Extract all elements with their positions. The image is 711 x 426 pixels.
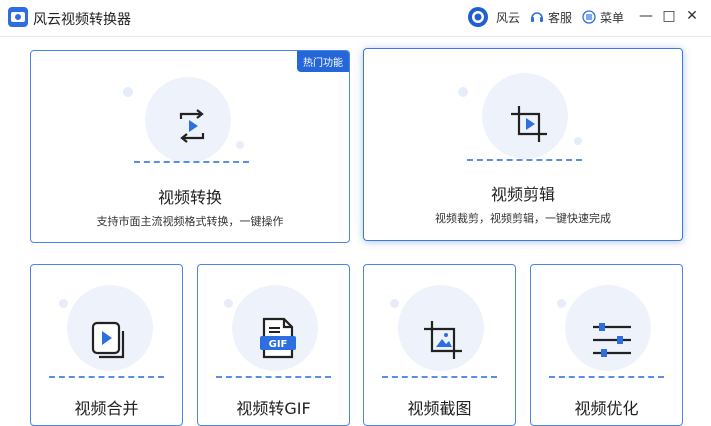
- card-title: 视频优化: [574, 399, 639, 418]
- card-desc: 视频裁剪，视频剪辑，一键快速完成: [435, 212, 611, 225]
- merge-icon: [91, 321, 125, 359]
- card-video-crop[interactable]: 视频截图: [363, 264, 516, 426]
- card-video-edit[interactable]: 视频剪辑 视频裁剪，视频剪辑，一键快速完成: [363, 48, 683, 241]
- card-video-settings[interactable]: 视频优化: [530, 264, 683, 426]
- menu-link[interactable]: 菜单: [600, 9, 624, 26]
- card-video-merge[interactable]: 视频合并: [30, 264, 183, 426]
- card-desc: 支持市面主流视频格式转换，一键操作: [96, 215, 284, 228]
- close-button[interactable]: ✕: [684, 8, 700, 24]
- title-bar: 风云视频转换器 风云 客服 菜单 — □ ✕: [0, 0, 711, 37]
- maximize-button[interactable]: □: [661, 8, 677, 24]
- app-title: 风云视频转换器: [33, 12, 131, 28]
- card-title: 视频截图: [407, 399, 472, 418]
- convert-icon: [179, 109, 205, 143]
- gif-file-icon: GIF: [260, 317, 296, 359]
- customer-service-link[interactable]: 客服: [548, 9, 572, 26]
- card-video-gif[interactable]: GIF 视频转GIF: [197, 264, 350, 426]
- brand-link[interactable]: 风云: [496, 9, 520, 26]
- card-title: 视频剪辑: [490, 185, 555, 204]
- crop-image-icon: [424, 321, 462, 359]
- card-title: 视频合并: [74, 399, 139, 418]
- app-logo-icon: [8, 7, 28, 27]
- card-title: 视频转GIF: [236, 399, 311, 418]
- sliders-icon: [593, 323, 631, 357]
- crop-edit-icon: [511, 106, 547, 142]
- brand-icon[interactable]: [467, 6, 489, 28]
- card-title: 视频转换: [157, 188, 222, 207]
- gif-icon-label: GIF: [269, 339, 288, 350]
- minimize-button[interactable]: —: [638, 8, 654, 24]
- card-video-convert[interactable]: 视频转换 支持市面主流视频格式转换，一键操作 热门功能: [30, 50, 350, 243]
- menu-icon[interactable]: [582, 10, 596, 24]
- headset-icon[interactable]: [530, 10, 544, 24]
- hot-badge: 热门功能: [297, 51, 349, 72]
